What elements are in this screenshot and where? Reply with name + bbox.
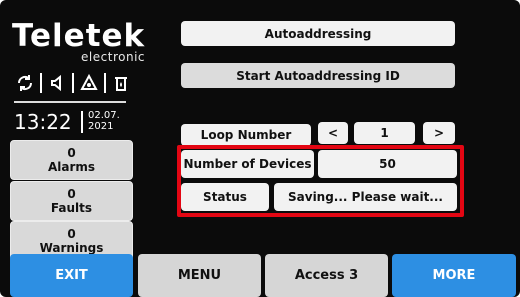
date-day-month: 02.07.: [88, 110, 120, 121]
status-label: Status: [181, 183, 269, 211]
more-button[interactable]: MORE: [392, 254, 516, 297]
autoaddressing-title: Autoaddressing: [181, 21, 455, 46]
start-autoaddressing-button[interactable]: Start Autoaddressing ID: [181, 63, 455, 88]
clock-divider: [81, 111, 83, 133]
access-level-button[interactable]: Access 3: [265, 254, 388, 297]
status-value: Saving... Please wait...: [274, 183, 457, 211]
faults-count: 0: [67, 187, 76, 201]
speaker-icon: [46, 72, 68, 94]
exit-button[interactable]: EXIT: [10, 254, 133, 297]
loop-number-label: Loop Number: [181, 124, 311, 146]
warnings-label: Warnings: [39, 241, 104, 255]
icon-separator: [72, 73, 74, 93]
siren-icon: [78, 72, 100, 94]
alarms-button[interactable]: 0 Alarms: [10, 140, 133, 180]
icon-separator: [104, 73, 106, 93]
loop-prev-button[interactable]: <: [318, 122, 348, 144]
faults-button[interactable]: 0 Faults: [10, 181, 133, 221]
clock-date: 02.07. 2021: [88, 110, 120, 132]
faults-label: Faults: [50, 201, 93, 215]
divider: [14, 101, 126, 103]
alarms-count: 0: [67, 146, 76, 160]
sync-icon: [14, 72, 36, 94]
date-year: 2021: [88, 121, 114, 132]
fire-door-icon: [110, 72, 132, 94]
menu-button[interactable]: MENU: [138, 254, 261, 297]
status-icons-bar: [14, 68, 134, 98]
icon-separator: [40, 73, 42, 93]
loop-next-button[interactable]: >: [423, 122, 455, 144]
number-of-devices-value: 50: [318, 150, 457, 178]
clock-time: 13:22: [14, 110, 72, 134]
number-of-devices-label: Number of Devices: [181, 150, 314, 178]
panel-screen: Teletek electronic 13:22 02.07. 2021 0 A…: [0, 0, 520, 297]
warnings-count: 0: [67, 227, 76, 241]
loop-number-value: 1: [354, 122, 415, 144]
alarms-label: Alarms: [47, 160, 96, 174]
teletek-logo: Teletek: [12, 18, 146, 54]
logo-subtitle: electronic: [81, 50, 145, 64]
